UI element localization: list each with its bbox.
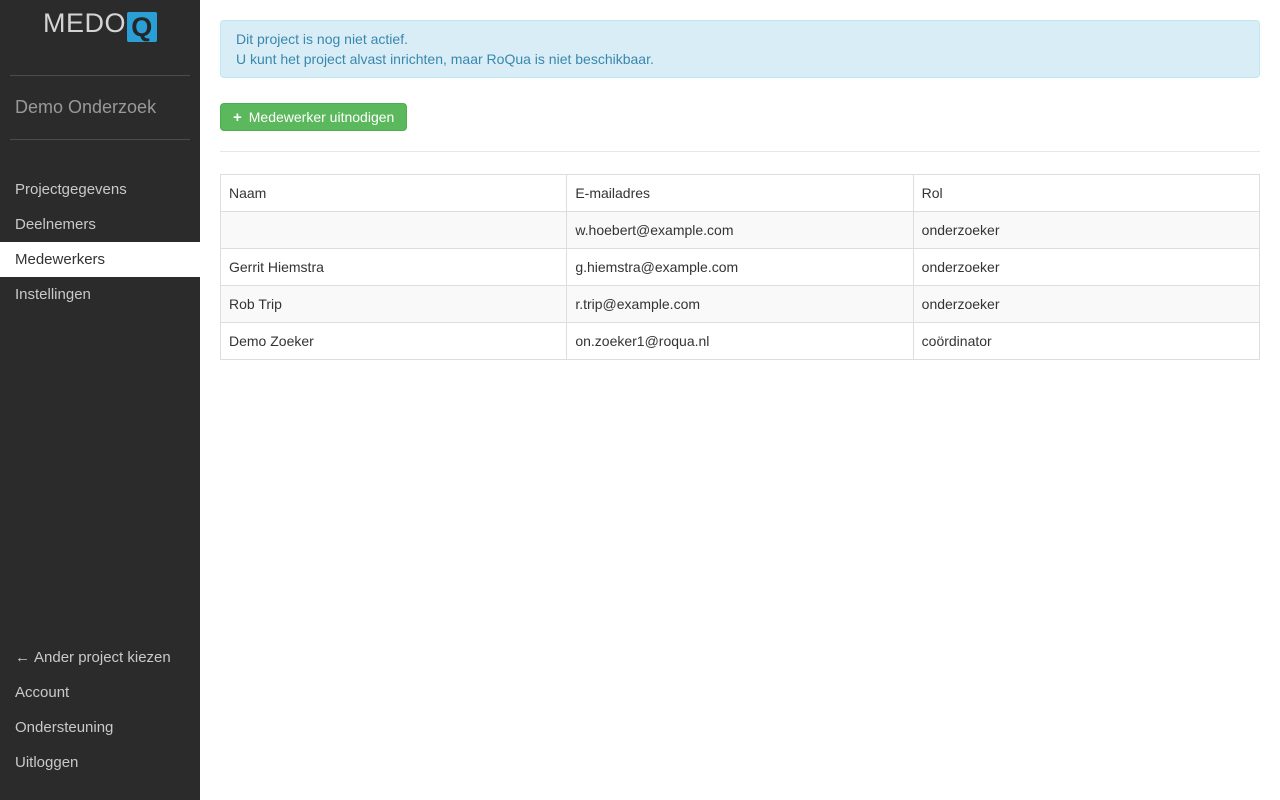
alert-line: Dit project is nog niet actief. (236, 29, 1244, 49)
table-row: w.hoebert@example.com onderzoeker (221, 212, 1260, 249)
sidebar-item-medewerkers[interactable]: Medewerkers (0, 242, 200, 277)
cell-naam: Gerrit Hiemstra (221, 249, 567, 286)
medewerkers-table: Naam E-mailadres Rol w.hoebert@example.c… (220, 174, 1260, 360)
logo-text: MEDO (43, 8, 126, 38)
sidebar-item-ondersteuning[interactable]: Ondersteuning (0, 710, 200, 745)
plus-icon: + (233, 110, 242, 125)
alert-line: U kunt het project alvast inrichten, maa… (236, 49, 1244, 69)
sidebar-item-ander-project-kiezen[interactable]: ←Ander project kiezen (0, 640, 200, 675)
content-divider (220, 151, 1260, 152)
cell-rol: onderzoeker (913, 286, 1259, 323)
sidebar: MEDOQ Demo Onderzoek Projectgegevens Dee… (0, 0, 200, 800)
column-header-naam: Naam (221, 175, 567, 212)
main-content: Dit project is nog niet actief. U kunt h… (200, 0, 1280, 800)
app-logo: MEDOQ (0, 0, 200, 48)
cell-email: g.hiemstra@example.com (567, 249, 913, 286)
invite-medewerker-button[interactable]: + Medewerker uitnodigen (220, 103, 407, 131)
cell-naam: Demo Zoeker (221, 323, 567, 360)
table-header-row: Naam E-mailadres Rol (221, 175, 1260, 212)
invite-button-label: Medewerker uitnodigen (249, 104, 395, 130)
cell-email: on.zoeker1@roqua.nl (567, 323, 913, 360)
sidebar-item-projectgegevens[interactable]: Projectgegevens (0, 172, 200, 207)
cell-rol: onderzoeker (913, 212, 1259, 249)
cell-rol: coördinator (913, 323, 1259, 360)
sidebar-item-deelnemers[interactable]: Deelnemers (0, 207, 200, 242)
column-header-emailadres: E-mailadres (567, 175, 913, 212)
sidebar-divider (10, 139, 190, 140)
sidebar-footer: ←Ander project kiezen Account Ondersteun… (0, 640, 200, 780)
project-inactive-alert: Dit project is nog niet actief. U kunt h… (220, 20, 1260, 78)
cell-naam (221, 212, 567, 249)
cell-rol: onderzoeker (913, 249, 1259, 286)
cell-email: w.hoebert@example.com (567, 212, 913, 249)
left-arrow-icon: ← (15, 649, 30, 666)
cell-email: r.trip@example.com (567, 286, 913, 323)
sidebar-item-account[interactable]: Account (0, 675, 200, 710)
sidebar-item-uitloggen[interactable]: Uitloggen (0, 745, 200, 780)
logo-q-badge: Q (127, 12, 157, 42)
table-row: Rob Trip r.trip@example.com onderzoeker (221, 286, 1260, 323)
sidebar-item-instellingen[interactable]: Instellingen (0, 277, 200, 312)
sidebar-item-label: Ander project kiezen (34, 649, 171, 666)
table-row: Demo Zoeker on.zoeker1@roqua.nl coördina… (221, 323, 1260, 360)
sidebar-nav: Projectgegevens Deelnemers Medewerkers I… (0, 172, 200, 312)
column-header-rol: Rol (913, 175, 1259, 212)
cell-naam: Rob Trip (221, 286, 567, 323)
project-name: Demo Onderzoek (0, 76, 200, 139)
table-row: Gerrit Hiemstra g.hiemstra@example.com o… (221, 249, 1260, 286)
